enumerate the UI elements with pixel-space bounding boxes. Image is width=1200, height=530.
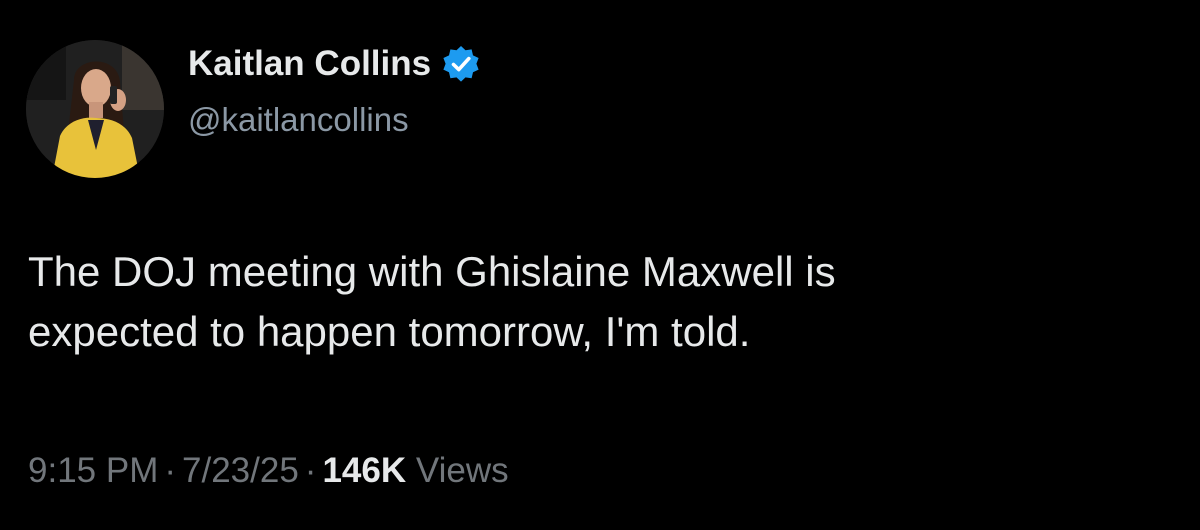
tweet-text-line: expected to happen tomorrow, I'm told. (28, 308, 751, 355)
tweet-metadata: 9:15 PM · 7/23/25 · 146K Views (28, 447, 509, 495)
tweet-text-line: The DOJ meeting with Ghislaine Maxwell i… (28, 248, 836, 295)
views-label[interactable]: Views (416, 451, 509, 490)
author-handle[interactable]: @kaitlancollins (188, 98, 409, 142)
views-count[interactable]: 146K (322, 451, 406, 490)
tweet-card: Kaitlan Collins @kaitlancollins The DOJ … (0, 0, 1200, 530)
profile-photo-icon (26, 40, 164, 178)
meta-separator: · (164, 451, 177, 490)
tweet-time[interactable]: 9:15 PM (28, 451, 158, 490)
author-display-name[interactable]: Kaitlan Collins (188, 42, 431, 86)
meta-separator: · (304, 451, 317, 490)
verified-badge-icon[interactable] (441, 44, 481, 84)
tweet-body: The DOJ meeting with Ghislaine Maxwell i… (28, 242, 1168, 362)
avatar[interactable] (26, 40, 164, 178)
tweet-date[interactable]: 7/23/25 (182, 451, 299, 490)
author-name-row: Kaitlan Collins (188, 42, 481, 86)
